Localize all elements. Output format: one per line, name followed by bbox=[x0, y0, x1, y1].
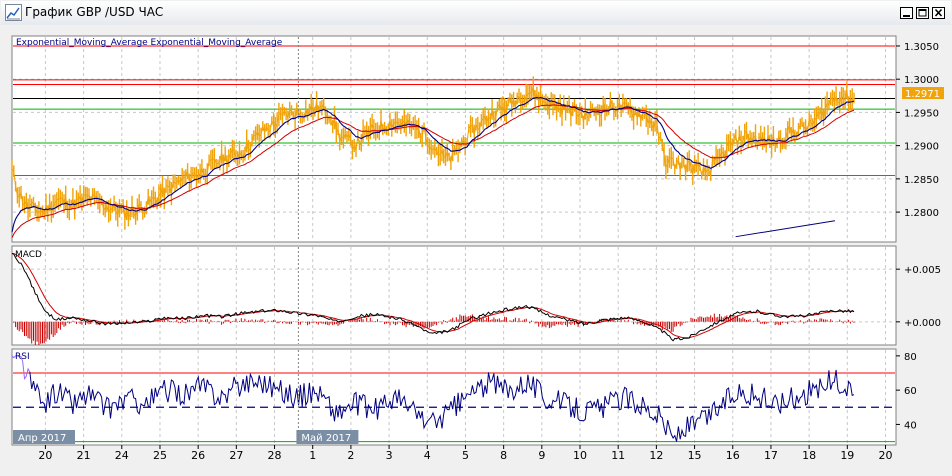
x-tick-label-21: 19 bbox=[840, 449, 854, 462]
macd-tick-label-0: +0.005 bbox=[904, 265, 941, 276]
x-tick-label-7: 1 bbox=[309, 449, 316, 462]
price-tick-label-5: 1.2800 bbox=[904, 208, 939, 219]
x-tick-label-18: 16 bbox=[726, 449, 740, 462]
month-label-0: Апр 2017 bbox=[18, 433, 66, 444]
x-tick-label-19: 17 bbox=[764, 449, 778, 462]
x-tick-label-12: 8 bbox=[500, 449, 507, 462]
price-tick-label-4: 1.2850 bbox=[904, 175, 939, 186]
title-bar[interactable]: График GBP /USD ЧАС bbox=[1, 1, 951, 26]
x-tick-label-1: 21 bbox=[77, 449, 91, 462]
rsi-tick-label-1: 60 bbox=[904, 386, 917, 397]
price-tick-label-3: 1.2900 bbox=[904, 142, 939, 153]
x-tick-label-10: 4 bbox=[424, 449, 431, 462]
x-tick-label-22: 20 bbox=[878, 449, 892, 462]
indicators-label: Exponential_Moving_Average Exponential_M… bbox=[16, 38, 283, 48]
macd-panel: +0.005 +0.000 MACD bbox=[11, 245, 941, 346]
rsi-panel: 80 60 40 RSI bbox=[11, 348, 917, 446]
x-tick-label-20: 18 bbox=[802, 449, 816, 462]
x-tick-label-3: 25 bbox=[153, 449, 167, 462]
x-tick-label-13: 9 bbox=[538, 449, 545, 462]
macd-label: MACD bbox=[15, 250, 42, 260]
close-icon bbox=[934, 8, 943, 17]
rsi-tick-label-0: 80 bbox=[904, 352, 917, 363]
minimize-icon bbox=[903, 15, 910, 17]
minimize-button[interactable] bbox=[900, 7, 913, 19]
chart-window: График GBP /USD ЧАС 1.3050 1.3000 1.2950 1.… bbox=[0, 0, 952, 476]
chart-app-icon bbox=[5, 4, 22, 21]
last-price-value: 1.2971 bbox=[905, 89, 940, 100]
maximize-icon bbox=[918, 9, 927, 17]
x-tick-label-11: 5 bbox=[462, 449, 469, 462]
price-tick-label-0: 1.3050 bbox=[904, 42, 939, 53]
month-label-1: Май 2017 bbox=[301, 433, 351, 444]
macd-tick-label-1: +0.000 bbox=[904, 318, 941, 329]
close-button[interactable] bbox=[932, 7, 945, 19]
x-tick-label-15: 11 bbox=[611, 449, 625, 462]
price-panel: 1.3050 1.3000 1.2950 1.2900 1.2850 1.2800 Exp… bbox=[11, 35, 944, 243]
rsi-label: RSI bbox=[15, 352, 30, 362]
x-tick-label-8: 2 bbox=[347, 449, 354, 462]
x-tick-label-14: 10 bbox=[573, 449, 587, 462]
x-tick-label-2: 24 bbox=[115, 449, 129, 462]
rsi-tick-label-2: 40 bbox=[904, 420, 917, 431]
x-tick-label-16: 12 bbox=[649, 449, 663, 462]
x-tick-label-6: 28 bbox=[268, 449, 282, 462]
price-tick-label-2: 1.2950 bbox=[904, 108, 939, 119]
x-tick-label-17: 15 bbox=[688, 449, 702, 462]
x-tick-label-9: 3 bbox=[386, 449, 393, 462]
window-title: График GBP /USD ЧАС bbox=[25, 5, 164, 19]
x-tick-label-5: 27 bbox=[229, 449, 243, 462]
x-tick-label-4: 26 bbox=[191, 449, 205, 462]
price-tick-label-1: 1.3000 bbox=[904, 75, 939, 86]
chart-area: 1.3050 1.3000 1.2950 1.2900 1.2850 1.2800 Exp… bbox=[0, 25, 952, 476]
x-tick-label-0: 20 bbox=[38, 449, 52, 462]
maximize-button[interactable] bbox=[916, 7, 929, 19]
